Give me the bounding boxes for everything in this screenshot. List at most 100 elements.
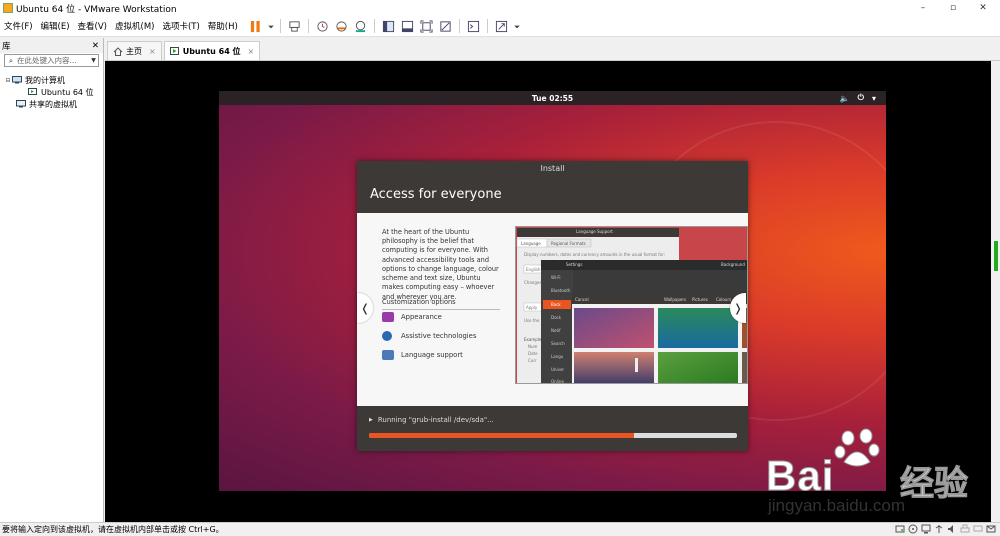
menu-edit[interactable]: 编辑(E) xyxy=(37,20,74,32)
tree-item-my-computer[interactable]: ⊟ 我的计算机 xyxy=(0,74,103,86)
toolbar-divider xyxy=(280,19,282,33)
install-progress-area: ▶ Running "grub-install /dev/sda"... xyxy=(357,406,748,451)
baidu-brand-text: Bai xyxy=(765,452,835,500)
tab-ubuntu-close-icon[interactable]: × xyxy=(248,47,255,56)
expand-triangle-icon[interactable]: ▶ xyxy=(369,417,373,423)
computer-icon xyxy=(12,76,22,84)
unity-mode-icon[interactable] xyxy=(438,18,454,34)
slide-screenshot: Language Support Language Regional Forma… xyxy=(515,226,748,384)
network-icon[interactable] xyxy=(921,524,931,534)
settings-item-dock: Dock xyxy=(551,315,562,320)
display-icon[interactable] xyxy=(973,524,983,534)
install-status-text: Running "grub-install /dev/sda"... xyxy=(377,416,494,424)
messages-icon[interactable] xyxy=(986,524,996,534)
tree-item-shared-vms[interactable]: 共享的虚拟机 xyxy=(0,98,103,110)
tab-ubuntu[interactable]: Ubuntu 64 位 × xyxy=(163,41,261,60)
language-icon xyxy=(382,350,394,360)
snapshot-icon[interactable] xyxy=(315,18,331,34)
hard-disk-icon[interactable] xyxy=(895,524,905,534)
gnome-top-bar: Tue 02:55 🔈 ⏻ ▾ xyxy=(219,91,886,105)
library-close-button[interactable]: ✕ xyxy=(92,41,99,51)
power-icon: ⏻ xyxy=(857,93,864,102)
gnome-clock[interactable]: Tue 02:55 xyxy=(532,94,573,103)
chevron-down-icon: ▾ xyxy=(871,93,876,103)
minimize-button[interactable]: – xyxy=(908,0,938,16)
stretch-dropdown-icon[interactable] xyxy=(513,18,521,34)
toolbar-divider xyxy=(374,19,376,33)
settings-item-background: Back xyxy=(551,302,561,307)
settings-title: Settings xyxy=(566,262,583,267)
collapse-icon[interactable]: ⊟ xyxy=(4,77,12,84)
language-row-use-the: Use the xyxy=(524,318,540,323)
picker-cancel-label: Cancel xyxy=(575,297,589,302)
tree-item-ubuntu-vm[interactable]: Ubuntu 64 位 xyxy=(0,86,103,98)
accessibility-icon xyxy=(382,331,392,341)
vmware-app-icon xyxy=(3,3,13,13)
menu-help[interactable]: 帮助(H) xyxy=(204,20,242,32)
vm-running-icon xyxy=(169,46,179,55)
vm-running-icon xyxy=(28,88,37,95)
settings-item-wifi: Wi-Fi xyxy=(551,275,561,280)
system-status-area[interactable]: 🔈 ⏻ ▾ xyxy=(840,91,876,105)
option-assistive-label: Assistive technologies xyxy=(401,332,477,340)
console-view-icon[interactable] xyxy=(466,18,482,34)
language-support-title: Language Support xyxy=(576,229,613,234)
tab-bar: 主页 × Ubuntu 64 位 × xyxy=(105,38,1000,61)
scrollbar-thumb[interactable] xyxy=(994,241,998,271)
send-ctrl-alt-del-icon[interactable] xyxy=(287,18,303,34)
printer-icon[interactable] xyxy=(960,524,970,534)
sound-icon[interactable] xyxy=(947,524,957,534)
menu-vm[interactable]: 虚拟机(M) xyxy=(111,20,158,32)
library-panel: 库 ✕ ⌕ 在此处键入内容... ▼ ⊟ 我的计算机 Ubuntu 64 位 共… xyxy=(0,38,104,522)
pause-icon[interactable] xyxy=(248,18,264,34)
window-titlebar: Ubuntu 64 位 - VMware Workstation xyxy=(0,0,1000,16)
window-title: Ubuntu 64 位 - VMware Workstation xyxy=(16,4,177,15)
menu-file[interactable]: 文件(F) xyxy=(0,20,37,32)
slide-body: At the heart of the Ubuntu philosophy is… xyxy=(357,213,748,406)
option-language: Language support xyxy=(382,350,502,360)
jingyan-brand-text: 经验 xyxy=(900,464,969,505)
cd-dvd-icon[interactable] xyxy=(908,524,918,534)
regional-formats-tab-label: Regional Formats xyxy=(551,241,586,246)
menu-tabs[interactable]: 选项卡(T) xyxy=(158,20,203,32)
usb-icon[interactable] xyxy=(934,524,944,534)
shared-vm-icon xyxy=(16,100,26,108)
install-status[interactable]: ▶ Running "grub-install /dev/sda"... xyxy=(369,416,494,424)
watermark-url: jingyan.baidu.com xyxy=(768,496,906,515)
picker-tab-pictures: Pictures xyxy=(692,297,708,302)
thumbnail-bar-icon[interactable] xyxy=(400,18,416,34)
revert-snapshot-icon[interactable] xyxy=(334,18,350,34)
stretch-guest-icon[interactable] xyxy=(494,18,510,34)
snapshot-manager-icon[interactable] xyxy=(353,18,369,34)
slide-prev-button[interactable]: ❬ xyxy=(357,293,373,323)
tree-label-ubuntu-vm: Ubuntu 64 位 xyxy=(41,87,94,97)
pause-dropdown-icon[interactable] xyxy=(267,18,275,34)
tab-home[interactable]: 主页 × xyxy=(107,41,162,60)
volume-icon: 🔈 xyxy=(839,93,850,103)
language-row-apply: Apply xyxy=(526,305,538,310)
tab-home-close-icon[interactable]: × xyxy=(149,47,156,56)
tab-home-label: 主页 xyxy=(126,46,142,56)
toolbar-divider xyxy=(459,19,461,33)
library-tree: ⊟ 我的计算机 Ubuntu 64 位 共享的虚拟机 xyxy=(0,68,103,110)
baidu-paw-logo xyxy=(834,428,880,467)
language-row-number: Num xyxy=(528,344,538,349)
show-library-icon[interactable] xyxy=(381,18,397,34)
library-title: 库 xyxy=(2,41,11,52)
baidu-jingyan-watermark: Bai 经验 jingyan.baidu.com xyxy=(765,428,986,518)
library-search-input[interactable]: ⌕ 在此处键入内容... ▼ xyxy=(4,54,99,67)
option-language-label: Language support xyxy=(401,351,463,359)
fullscreen-icon[interactable] xyxy=(419,18,435,34)
language-support-description: Display numbers, dates and currency amou… xyxy=(524,252,666,257)
menu-view[interactable]: 查看(V) xyxy=(74,20,111,32)
home-icon xyxy=(113,46,123,56)
vertical-scrollbar[interactable] xyxy=(991,61,1000,522)
dialog-title: Install xyxy=(357,161,748,176)
maximize-button[interactable]: ▫ xyxy=(938,0,968,16)
settings-item-online-accounts: Online xyxy=(551,379,564,384)
tab-ubuntu-label: Ubuntu 64 位 xyxy=(182,46,241,56)
toolbar-divider xyxy=(487,19,489,33)
close-button[interactable]: ✕ xyxy=(968,0,998,16)
chevron-down-icon[interactable]: ▼ xyxy=(89,57,98,64)
settings-item-language: Langu xyxy=(551,354,564,359)
